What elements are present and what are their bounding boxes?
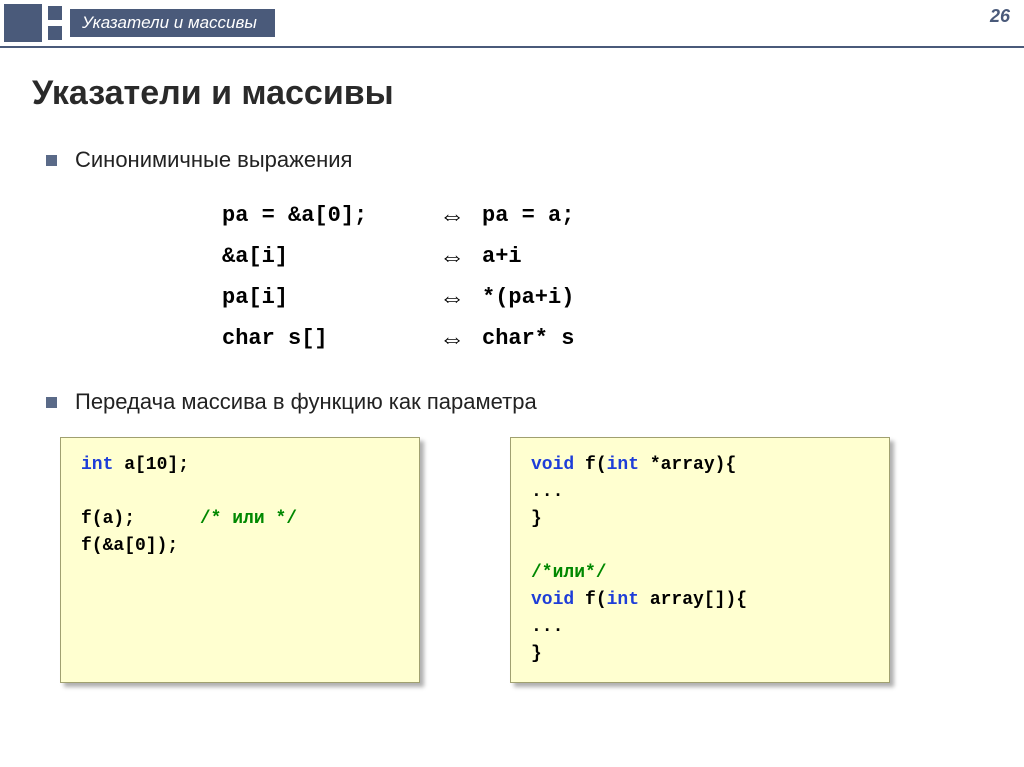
equiv-row: pa = &a[0]; ⇔ pa = a; xyxy=(222,195,992,236)
code-line: f(a); /* или */ xyxy=(81,506,399,533)
code-text: } xyxy=(531,509,542,529)
slide-header: Указатели и массивы 26 xyxy=(0,0,1024,48)
slide-content: Указатели и массивы Синонимичные выражен… xyxy=(0,48,1024,683)
code-keyword: int xyxy=(607,455,639,475)
equiv-left: pa = &a[0]; xyxy=(222,203,422,228)
bullet-text: Передача массива в функцию как параметра xyxy=(75,389,537,415)
equiv-arrow-icon: ⇔ xyxy=(422,200,482,231)
deco-square-small xyxy=(48,6,62,20)
equiv-left: pa[i] xyxy=(222,285,422,310)
code-comment: /*или*/ xyxy=(531,563,607,583)
code-blank-line xyxy=(531,533,869,560)
equiv-row: pa[i] ⇔ *(pa+i) xyxy=(222,277,992,318)
equiv-right: *(pa+i) xyxy=(482,285,682,310)
deco-square xyxy=(4,4,42,42)
code-keyword: int xyxy=(81,455,113,475)
code-padding xyxy=(135,509,200,529)
deco-square-small xyxy=(48,26,62,40)
code-text: } xyxy=(531,644,542,664)
code-text: *array){ xyxy=(639,455,736,475)
bullet-item: Передача массива в функцию как параметра xyxy=(46,389,992,415)
code-box-left: int a[10]; f(a); /* или */ f(&a[0]); xyxy=(60,437,420,683)
code-line: void f(int array[]){ xyxy=(531,587,869,614)
code-line: ... xyxy=(531,614,869,641)
code-text: array[]){ xyxy=(639,590,747,610)
bullet-marker-icon xyxy=(46,397,57,408)
equiv-row: &a[i] ⇔ a+i xyxy=(222,236,992,277)
code-line: } xyxy=(531,506,869,533)
code-line: ... xyxy=(531,479,869,506)
code-line: int a[10]; xyxy=(81,452,399,479)
equiv-row: char s[] ⇔ char* s xyxy=(222,318,992,359)
equiv-left: char s[] xyxy=(222,326,422,351)
code-keyword: void xyxy=(531,590,574,610)
equivalence-table: pa = &a[0]; ⇔ pa = a; &a[i] ⇔ a+i pa[i] … xyxy=(222,195,992,359)
code-line: f(&a[0]); xyxy=(81,533,399,560)
equiv-arrow-icon: ⇔ xyxy=(422,241,482,272)
code-text: ... xyxy=(531,482,563,502)
code-text: f(a); xyxy=(81,509,135,529)
equiv-left: &a[i] xyxy=(222,244,422,269)
equiv-right: pa = a; xyxy=(482,203,682,228)
bullet-text: Синонимичные выражения xyxy=(75,147,352,173)
page-title: Указатели и массивы xyxy=(32,74,992,113)
bullet-item: Синонимичные выражения xyxy=(46,147,992,173)
equiv-arrow-icon: ⇔ xyxy=(422,282,482,313)
code-text: a[10]; xyxy=(113,455,189,475)
code-blank-line xyxy=(81,479,399,506)
code-line: /*или*/ xyxy=(531,560,869,587)
equiv-right: a+i xyxy=(482,244,682,269)
equiv-right: char* s xyxy=(482,326,682,351)
breadcrumb: Указатели и массивы xyxy=(70,9,275,37)
code-text: f( xyxy=(574,590,606,610)
header-decoration xyxy=(0,0,62,46)
code-keyword: void xyxy=(531,455,574,475)
page-number: 26 xyxy=(990,6,1010,27)
code-text: f( xyxy=(574,455,606,475)
code-line: void f(int *array){ xyxy=(531,452,869,479)
code-comment: /* или */ xyxy=(200,509,297,529)
bullet-marker-icon xyxy=(46,155,57,166)
code-keyword: int xyxy=(607,590,639,610)
deco-column xyxy=(48,6,62,40)
equiv-arrow-icon: ⇔ xyxy=(422,323,482,354)
code-examples: int a[10]; f(a); /* или */ f(&a[0]); voi… xyxy=(60,437,992,683)
code-text: ... xyxy=(531,617,563,637)
code-box-right: void f(int *array){ ... } /*или*/ void f… xyxy=(510,437,890,683)
code-line: } xyxy=(531,641,869,668)
code-text: f(&a[0]); xyxy=(81,536,178,556)
